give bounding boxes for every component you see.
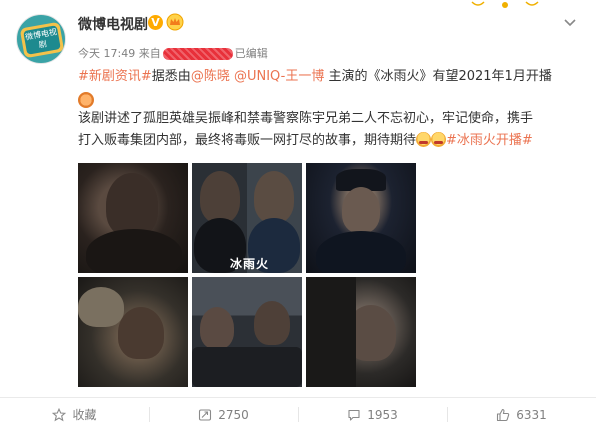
photo-thumbnail[interactable]: [306, 277, 416, 387]
action-bar: 收藏 2750 1953 6331: [0, 398, 596, 431]
like-icon: [497, 408, 510, 421]
comment-count: 1953: [367, 407, 398, 422]
like-count: 6331: [516, 407, 547, 422]
text-span: 据悉由: [151, 69, 191, 84]
portrait-figure: [106, 173, 158, 237]
photo-thumbnail[interactable]: [306, 163, 416, 273]
portrait-figure: [342, 187, 380, 233]
mention-link[interactable]: @陈晓: [191, 69, 230, 84]
chevron-down-icon[interactable]: [563, 16, 577, 30]
hashtag-link[interactable]: #冰雨火开播#: [446, 133, 533, 148]
portrait-figure: [118, 307, 164, 359]
post-time[interactable]: 今天 17:49 来自: [78, 47, 161, 60]
redacted-source: [162, 48, 233, 60]
portrait-figure: [316, 231, 406, 273]
edited-label: 已编辑: [234, 47, 268, 60]
post-text-line1: #新剧资讯#据悉由@陈晓 @UNIQ-王一博 主演的《冰雨火》有望2021年1月…: [78, 66, 578, 88]
poster-title: 冰雨火: [230, 257, 270, 271]
crown-icon: [166, 13, 184, 31]
decor-icon: [470, 0, 540, 10]
mention-link[interactable]: @UNIQ-王一博: [234, 69, 324, 84]
repost-button[interactable]: 2750: [149, 398, 298, 431]
portrait-figure: [200, 307, 234, 349]
repost-count: 2750: [218, 407, 249, 422]
star-icon: [52, 407, 67, 421]
repost-icon: [199, 408, 212, 421]
comment-button[interactable]: 1953: [298, 398, 447, 431]
comment-icon: [348, 409, 360, 421]
portrait-figure: [200, 171, 240, 223]
photo-thumbnail[interactable]: 冰雨火: [192, 163, 302, 273]
emoji-icon: [78, 92, 94, 108]
portrait-figure: [86, 229, 182, 273]
photo-thumbnail[interactable]: [78, 277, 188, 387]
text-span: 打入贩毒集团内部，最终将毒贩一网打尽的故事，期待期待: [78, 133, 417, 148]
text-span: 主演的《冰雨火》有望2021年1月开播: [328, 69, 552, 84]
post-text-line4: 打入贩毒集团内部，最终将毒贩一网打尽的故事，期待期待 #冰雨火开播#: [78, 130, 578, 152]
author-name[interactable]: 微博电视剧: [78, 14, 148, 34]
favorite-label: 收藏: [72, 408, 97, 422]
portrait-figure: [254, 301, 290, 345]
avatar[interactable]: 微博电视剧: [16, 14, 66, 64]
photo-thumbnail[interactable]: [78, 163, 188, 273]
post-meta: 今天 17:49 来自 已编辑: [78, 45, 270, 61]
photo-thumbnail[interactable]: [192, 277, 302, 387]
portrait-figure: [306, 277, 356, 387]
portrait-figure: [192, 347, 302, 387]
hashtag-link[interactable]: #新剧资讯#: [78, 69, 152, 84]
weibo-post-card: 微博电视剧 微博电视剧 V 今天 17:49 来自 已编辑 #新剧资讯#据悉由@陈…: [0, 0, 596, 431]
portrait-figure: [254, 171, 294, 223]
crying-emoji-icon: [416, 132, 432, 147]
portrait-figure: [78, 287, 124, 327]
post-text-line3: 该剧讲述了孤胆英雄吴振峰和禁毒警察陈宇兄弟二人不忘初心，牢记使命，携手: [78, 111, 534, 126]
verified-badge-icon: V: [148, 15, 163, 30]
favorite-button[interactable]: 收藏: [0, 398, 149, 431]
like-button[interactable]: 6331: [447, 398, 596, 431]
crying-emoji-icon: [431, 132, 447, 147]
